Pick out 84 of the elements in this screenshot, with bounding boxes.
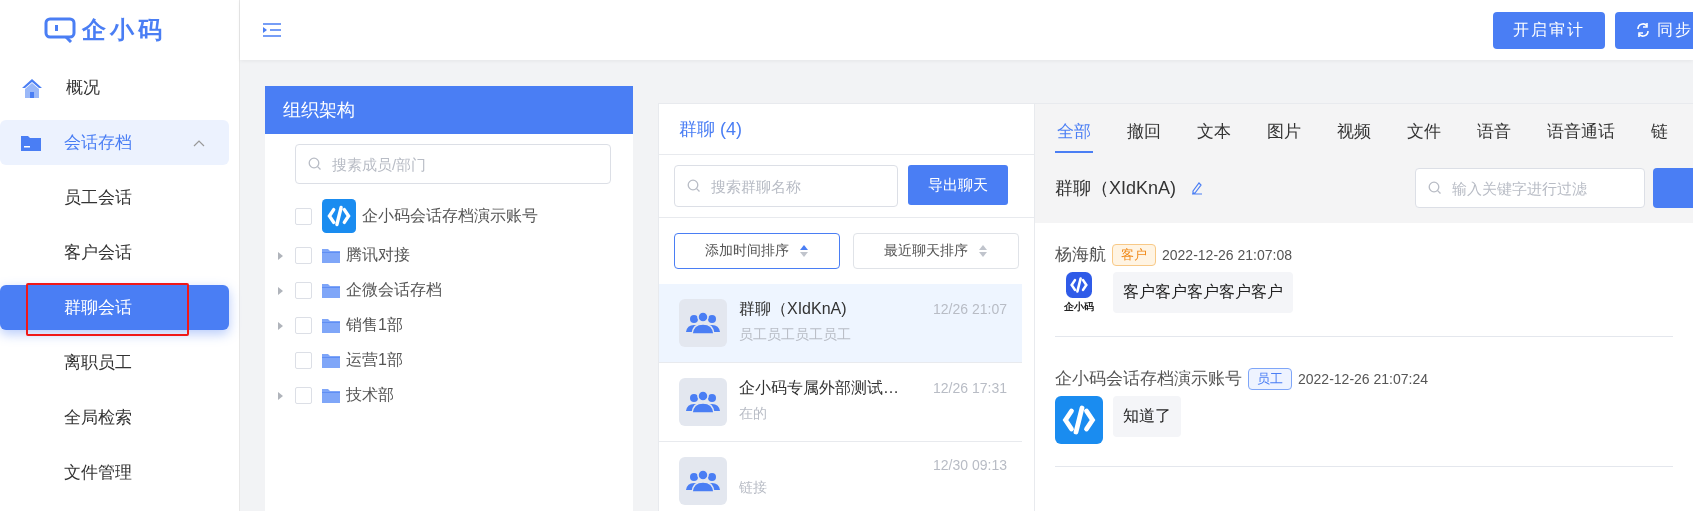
checkbox[interactable] bbox=[295, 317, 312, 334]
group-preview: 在的 bbox=[739, 405, 768, 423]
nav-item[interactable]: 文件管理 bbox=[0, 450, 229, 495]
group-time: 12/26 17:31 bbox=[933, 380, 1007, 396]
expand-caret-icon[interactable] bbox=[277, 250, 285, 261]
logo-text: 企小码 bbox=[81, 15, 166, 45]
code-logo-icon bbox=[1055, 396, 1103, 444]
filter-tab[interactable]: 语音 bbox=[1475, 112, 1513, 153]
tree-item-label[interactable]: 运营1部 bbox=[346, 350, 403, 371]
folder-icon bbox=[322, 318, 340, 333]
folder-icon bbox=[322, 388, 340, 403]
panel-header: 组织架构 bbox=[265, 86, 633, 134]
group-item[interactable]: 企小码专属外部测试… 12/26 17:31 在的 bbox=[659, 363, 1022, 442]
expand-caret-icon[interactable] bbox=[277, 320, 285, 331]
group-time: 12/30 09:13 bbox=[933, 457, 1007, 473]
logo-icon bbox=[43, 17, 76, 43]
filter-field[interactable]: 输入关键字进行过滤 bbox=[1415, 168, 1645, 208]
sync-icon bbox=[1635, 22, 1651, 38]
group-preview: 员工员工员工员工 bbox=[739, 326, 852, 344]
menu-icon[interactable] bbox=[262, 22, 282, 38]
toolbar-button[interactable]: 同步 bbox=[1615, 11, 1693, 49]
filter-tab[interactable]: 语音通话 bbox=[1545, 112, 1617, 153]
checkbox[interactable] bbox=[295, 247, 312, 264]
code-logo-icon bbox=[1066, 272, 1092, 298]
panel-title: 群聊 (4) bbox=[659, 104, 1034, 155]
sender-name: 杨海航 bbox=[1055, 244, 1106, 266]
sort-icon bbox=[978, 244, 988, 258]
chat-title: 群聊（XIdKnA) bbox=[1055, 177, 1177, 200]
tree-item-label[interactable]: 企微会话存档 bbox=[346, 280, 442, 301]
group-avatar-icon bbox=[679, 378, 727, 426]
tree-item-label[interactable]: 企小码会话存档演示账号 bbox=[362, 205, 538, 227]
role-tag: 客户 bbox=[1112, 243, 1156, 266]
checkbox[interactable] bbox=[295, 387, 312, 404]
filter-tab[interactable]: 视频 bbox=[1335, 112, 1373, 153]
search-field[interactable]: 搜素成员/部门 bbox=[295, 144, 611, 184]
search-field[interactable]: 搜索群聊名称 bbox=[674, 165, 898, 207]
sort-button[interactable]: 添加时间排序 bbox=[674, 233, 840, 269]
folder-icon bbox=[322, 248, 340, 263]
avatar-caption: 企小码 bbox=[1064, 300, 1094, 314]
tree-item-label[interactable]: 销售1部 bbox=[346, 315, 403, 336]
export-button[interactable]: 导出聊天 bbox=[908, 165, 1008, 205]
nav-item[interactable]: 员工会话 bbox=[0, 175, 229, 220]
code-logo-icon bbox=[322, 199, 356, 233]
checkbox[interactable] bbox=[295, 207, 312, 225]
nav-item[interactable]: 客户会话 bbox=[0, 230, 229, 275]
role-tag: 员工 bbox=[1248, 367, 1292, 390]
group-preview: 链接 bbox=[739, 479, 768, 497]
home-icon bbox=[20, 76, 44, 99]
message-bubble: 客户客户客户客户客户 bbox=[1113, 272, 1293, 313]
nav-item[interactable]: 概况 bbox=[0, 65, 229, 110]
expand-caret-icon[interactable] bbox=[277, 285, 285, 296]
filter-tab[interactable]: 图片 bbox=[1265, 112, 1303, 153]
filter-tab[interactable]: 链 bbox=[1649, 112, 1670, 153]
message-time: 2022-12-26 21:07:08 bbox=[1162, 246, 1292, 263]
tree-item-label[interactable]: 技术部 bbox=[346, 385, 394, 406]
sort-button[interactable]: 最近聊天排序 bbox=[853, 233, 1019, 269]
group-name: 群聊（XIdKnA) bbox=[739, 299, 847, 319]
filter-tab[interactable]: 撤回 bbox=[1125, 112, 1163, 153]
group-name: 企小码专属外部测试… bbox=[739, 378, 899, 398]
action-button[interactable] bbox=[1653, 168, 1693, 208]
edit-icon[interactable] bbox=[1190, 181, 1205, 195]
message-bubble: 知道了 bbox=[1113, 396, 1181, 437]
nav-item[interactable]: 离职员工 bbox=[0, 340, 229, 385]
filter-tab[interactable]: 文件 bbox=[1405, 112, 1443, 153]
sender-name: 企小码会话存档演示账号 bbox=[1055, 368, 1242, 390]
chevron-icon bbox=[193, 138, 205, 147]
message-time: 2022-12-26 21:07:24 bbox=[1298, 370, 1428, 387]
checkbox[interactable] bbox=[295, 282, 312, 299]
folder-icon bbox=[20, 133, 42, 152]
nav-item[interactable]: 全局检索 bbox=[0, 395, 229, 440]
checkbox[interactable] bbox=[295, 352, 312, 369]
group-item[interactable]: 群聊（XIdKnA) 12/26 21:07 员工员工员工员工 bbox=[659, 284, 1022, 363]
group-avatar-icon bbox=[679, 299, 727, 347]
folder-icon bbox=[322, 283, 340, 298]
group-avatar-icon bbox=[679, 457, 727, 505]
filter-tab[interactable]: 全部 bbox=[1055, 112, 1093, 153]
toolbar-button[interactable]: 开启审计 bbox=[1493, 11, 1605, 49]
sort-icon bbox=[799, 244, 809, 258]
folder-icon bbox=[322, 353, 340, 368]
group-time: 12/26 21:07 bbox=[933, 301, 1007, 317]
nav-item[interactable]: 群聊会话 bbox=[0, 285, 229, 330]
tree-item-label[interactable]: 腾讯对接 bbox=[346, 245, 410, 266]
expand-caret-icon[interactable] bbox=[277, 390, 285, 401]
filter-tab[interactable]: 文本 bbox=[1195, 112, 1233, 153]
